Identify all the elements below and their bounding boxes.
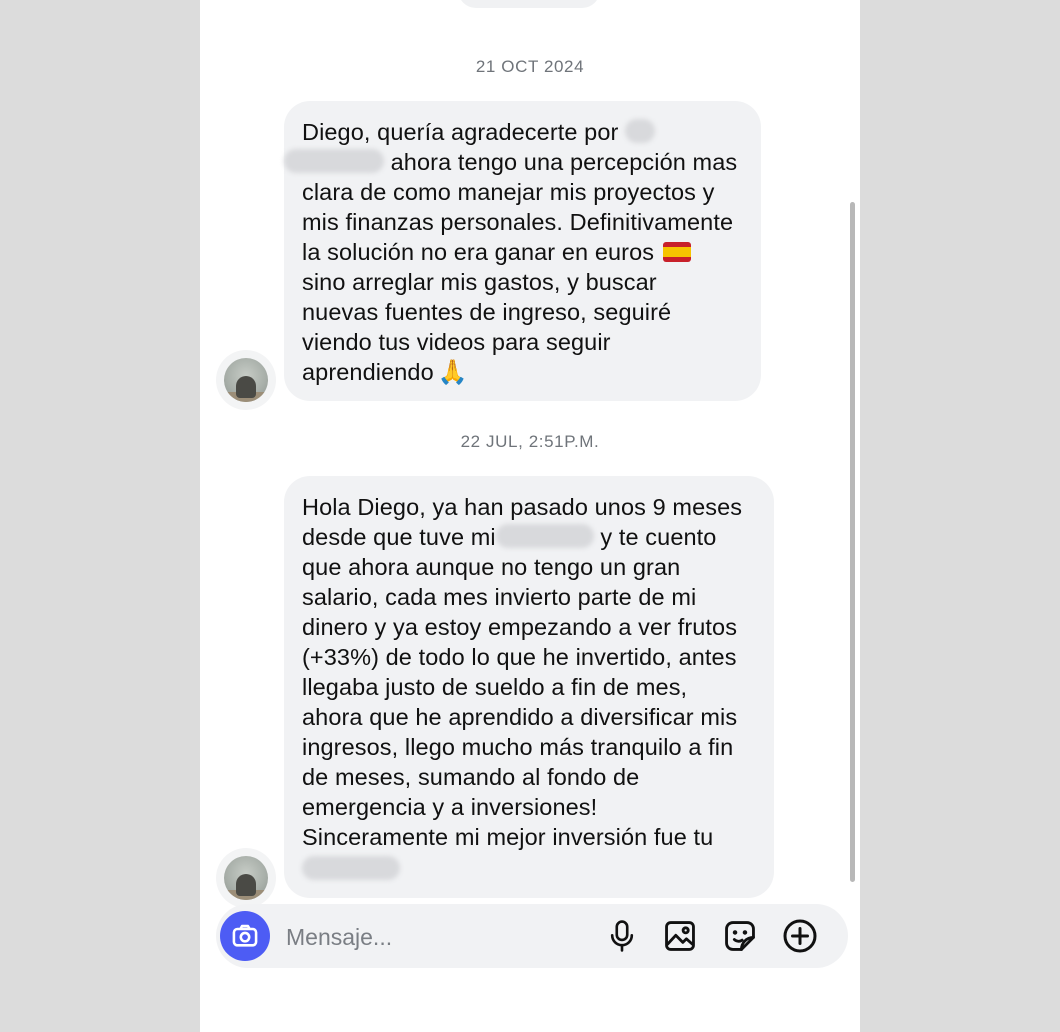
message-input[interactable] (284, 920, 588, 954)
redacted-text (495, 524, 594, 548)
scrollbar[interactable] (850, 202, 855, 882)
camera-button[interactable] (220, 911, 270, 961)
message-text: Hola Diego, ya han pasado unos 9 meses d… (302, 492, 752, 884)
microphone-button[interactable] (604, 918, 640, 954)
microphone-icon (610, 920, 634, 952)
sticker-button[interactable] (722, 918, 758, 954)
redacted-text (625, 119, 656, 143)
add-button[interactable] (782, 918, 818, 954)
redacted-text (284, 149, 384, 173)
timestamp: 22 JUL, 2:51P.M. (460, 432, 600, 451)
avatar[interactable] (224, 856, 268, 900)
message-bubble[interactable]: Diego, quería agradecerte por ahora teng… (284, 101, 761, 401)
praying-hands-icon: 🙏 (437, 359, 468, 386)
spain-flag-icon (662, 242, 691, 262)
sticker-icon (725, 921, 755, 951)
redacted-text (302, 856, 400, 880)
message-composer (216, 904, 848, 968)
image-icon (665, 921, 695, 951)
message-bubble[interactable]: Hola Diego, ya han pasado unos 9 meses d… (284, 476, 774, 898)
avatar[interactable] (224, 358, 268, 402)
message-text: Diego, quería agradecerte por ahora teng… (284, 117, 739, 388)
gallery-button[interactable] (662, 918, 698, 954)
timestamp: 21 OCT 2024 (475, 57, 585, 76)
plus-circle-icon (783, 919, 817, 953)
previous-message-bubble (458, 0, 600, 8)
chat-thread: 21 OCT 2024 Diego, quería agradecerte po… (200, 0, 860, 1032)
camera-icon (232, 924, 258, 947)
